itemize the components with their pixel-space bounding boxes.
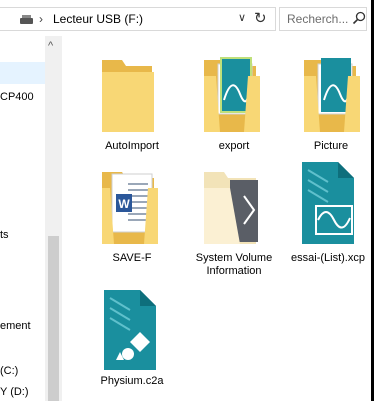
nav-item[interactable]: CP400 — [0, 91, 34, 103]
usb-drive-icon — [20, 15, 33, 24]
file-item-export[interactable]: export — [186, 48, 282, 158]
file-name: AutoImport — [105, 140, 159, 152]
nav-scrollbar-thumb[interactable] — [48, 236, 59, 401]
file-item-system-volume-information[interactable]: System Volume Information — [186, 162, 282, 282]
hidden-folder-icon — [204, 172, 258, 244]
file-name: essai-(List).xcp — [291, 252, 365, 264]
file-name: Picture — [313, 140, 349, 152]
nav-item[interactable]: (C:) — [0, 365, 18, 377]
nav-item[interactable]: Y (D:) — [0, 386, 29, 398]
folder-with-document-icon — [204, 57, 260, 132]
folder-icon — [102, 60, 154, 132]
current-path[interactable]: Lecteur USB (F:) — [53, 12, 143, 26]
file-name: SAVE-F — [112, 252, 152, 264]
nav-selected-item[interactable] — [0, 62, 45, 84]
nav-item[interactable]: ts — [0, 229, 9, 241]
nav-item[interactable]: ement — [0, 320, 31, 332]
path-separator-icon[interactable]: › — [39, 12, 43, 26]
xcp-file-icon — [302, 162, 354, 244]
file-name: export — [218, 140, 250, 152]
file-item-autoimport[interactable]: AutoImport — [84, 48, 180, 158]
scroll-up-arrow-icon[interactable]: ^ — [48, 40, 53, 52]
search-icon[interactable] — [352, 11, 366, 25]
search-input[interactable]: Recherch... — [287, 12, 348, 26]
c2a-file-icon — [104, 290, 156, 370]
svg-text:W: W — [118, 197, 130, 211]
chevron-down-icon[interactable]: ∨ — [238, 11, 246, 24]
file-item-save-f[interactable]: W SAVE-F — [84, 162, 180, 272]
folder-with-document-icon — [304, 58, 360, 132]
file-name: Physium.c2a — [100, 375, 164, 387]
file-item-essai-list-xcp[interactable]: essai-(List).xcp — [282, 162, 374, 272]
file-item-picture[interactable]: Picture — [288, 48, 374, 158]
file-item-physium-c2a[interactable]: Physium.c2a — [84, 282, 180, 392]
refresh-icon[interactable]: ↻ — [254, 9, 267, 27]
file-name: System Volume Information — [195, 252, 273, 277]
folder-with-word-document-icon: W — [102, 172, 158, 244]
